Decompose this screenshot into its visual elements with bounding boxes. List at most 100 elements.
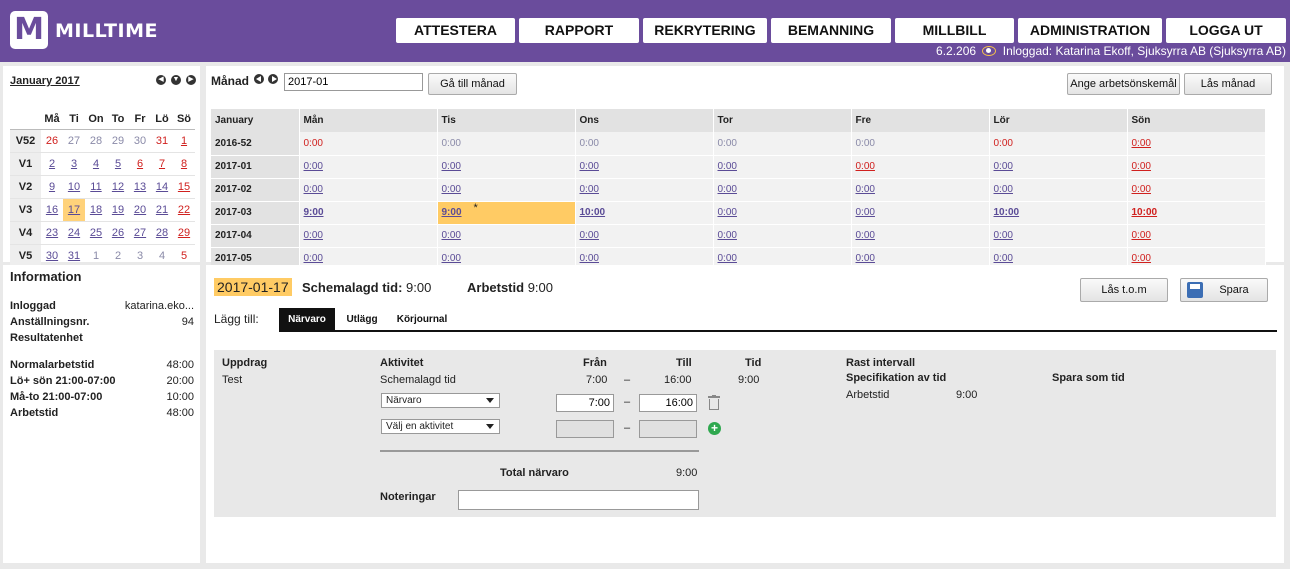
calendar-day[interactable]: 21 [156,204,168,216]
calendar-day[interactable]: 13 [134,181,146,193]
calendar-day[interactable]: 12 [112,181,124,193]
calendar-day[interactable]: 7 [159,158,165,170]
activity-select[interactable]: Närvaro [381,393,500,408]
month-input[interactable] [284,73,423,91]
calendar-day[interactable]: 24 [68,227,80,239]
eye-icon[interactable] [982,46,997,56]
day-time-link[interactable]: 0:00 [1132,184,1151,195]
calendar-month-title[interactable]: January 2017 [10,75,80,87]
prev-month-icon[interactable]: ◀ [156,75,166,85]
calendar-day[interactable]: 4 [93,158,99,170]
nav-logout-button[interactable]: LOGGA UT [1166,18,1286,43]
calendar-day[interactable]: 29 [178,227,190,239]
day-time-link[interactable]: 0:00 [580,253,599,264]
prev-month-arrow-icon[interactable] [254,74,264,84]
day-time-link[interactable]: 0:00 [856,184,875,195]
to-time-input-empty[interactable] [639,420,697,438]
day-time-link[interactable]: 9:00 [442,207,462,218]
calendar-day[interactable]: 3 [71,158,77,170]
calendar-day[interactable]: 15 [178,181,190,193]
tab-narvaro[interactable]: Närvaro [279,308,335,331]
day-time-link[interactable]: 10:00 [1132,207,1158,218]
save-button[interactable]: Spara [1180,278,1268,302]
add-activity-icon[interactable]: + [708,422,721,435]
day-time-link[interactable]: 0:00 [856,161,875,172]
calendar-day[interactable]: 5 [115,158,121,170]
calendar-day[interactable]: 2 [49,158,55,170]
day-time-link[interactable]: 0:00 [1132,161,1151,172]
day-time-link[interactable]: 0:00 [718,161,737,172]
calendar-day[interactable]: 6 [137,158,143,170]
calendar-day[interactable]: 8 [181,158,187,170]
day-time-link[interactable]: 0:00 [856,253,875,264]
calendar-day[interactable]: 16 [46,204,58,216]
calendar-day[interactable]: 23 [46,227,58,239]
day-time-link[interactable]: 0:00 [994,253,1013,264]
day-time-link[interactable]: 0:00 [304,253,323,264]
calendar-day[interactable]: 22 [178,204,190,216]
nav-administration-button[interactable]: ADMINISTRATION [1018,18,1162,43]
tab-korjournal[interactable]: Körjournal [392,308,452,331]
next-month-arrow-icon[interactable] [268,74,278,84]
day-time-link[interactable]: 0:00 [994,161,1013,172]
day-time-link[interactable]: 0:00 [1132,138,1151,149]
calendar-day[interactable]: 25 [90,227,102,239]
day-time-link[interactable]: 0:00 [718,230,737,241]
to-time-input[interactable] [639,394,697,412]
calendar-day[interactable]: 20 [134,204,146,216]
calendar-day[interactable]: 1 [181,135,187,147]
nav-rapport-button[interactable]: RAPPORT [519,18,639,43]
next-month-icon[interactable]: ▶ [186,75,196,85]
calendar-day[interactable]: 27 [134,227,146,239]
day-time-link[interactable]: 0:00 [994,184,1013,195]
from-time-input-empty[interactable] [556,420,614,438]
from-time-input[interactable] [556,394,614,412]
lock-until-button[interactable]: Lås t.o.m [1080,278,1168,302]
day-time-link[interactable]: 0:00 [304,161,323,172]
calendar-day[interactable]: 30 [46,250,58,262]
day-time-link[interactable]: 0:00 [718,184,737,195]
calendar-day[interactable]: 14 [156,181,168,193]
day-time-cell: 0:00 [989,224,1128,248]
calendar-day[interactable]: 9 [49,181,55,193]
day-time-link[interactable]: 0:00 [580,184,599,195]
tab-utlagg[interactable]: Utlägg [340,308,384,331]
day-time-link[interactable]: 0:00 [1132,253,1151,264]
day-time-link[interactable]: 0:00 [442,161,461,172]
trash-icon[interactable] [708,395,720,410]
day-time-link[interactable]: 0:00 [442,184,461,195]
nav-millbill-button[interactable]: MILLBILL [895,18,1014,43]
month-dropdown-icon[interactable]: ▼ [171,75,181,85]
goto-month-button[interactable]: Gå till månad [428,73,517,95]
day-time-link[interactable]: 0:00 [856,207,875,218]
nav-rekrytering-button[interactable]: REKRYTERING [643,18,767,43]
day-time-link[interactable]: 0:00 [442,253,461,264]
day-time-link[interactable]: 9:00 [304,207,324,218]
day-time-link[interactable]: 0:00 [580,161,599,172]
nav-attestera-button[interactable]: ATTESTERA [396,18,515,43]
notes-input[interactable] [458,490,699,510]
activity-choose-select[interactable]: Välj en aktivitet [381,419,500,434]
day-time-link[interactable]: 0:00 [304,230,323,241]
calendar-day[interactable]: 31 [68,250,80,262]
day-time-link[interactable]: 0:00 [304,184,323,195]
day-time-link[interactable]: 10:00 [994,207,1020,218]
calendar-day[interactable]: 11 [90,181,101,193]
calendar-day[interactable]: 10 [68,181,80,193]
day-time-link[interactable]: 0:00 [994,230,1013,241]
day-time-link[interactable]: 0:00 [1132,230,1151,241]
lock-month-button[interactable]: Lås månad [1184,73,1272,95]
day-time-link[interactable]: 0:00 [442,230,461,241]
calendar-day[interactable]: 28 [156,227,168,239]
day-time-link[interactable]: 0:00 [718,207,737,218]
work-wish-button[interactable]: Ange arbetsönskemål [1067,73,1180,95]
nav-bemanning-button[interactable]: BEMANNING [771,18,891,43]
day-time-link[interactable]: 10:00 [580,207,606,218]
calendar-day[interactable]: 19 [112,204,124,216]
day-time-link[interactable]: 0:00 [718,253,737,264]
calendar-day[interactable]: 17 [68,204,80,216]
day-time-link[interactable]: 0:00 [856,230,875,241]
day-time-link[interactable]: 0:00 [580,230,599,241]
calendar-day[interactable]: 26 [112,227,124,239]
calendar-day[interactable]: 18 [90,204,102,216]
